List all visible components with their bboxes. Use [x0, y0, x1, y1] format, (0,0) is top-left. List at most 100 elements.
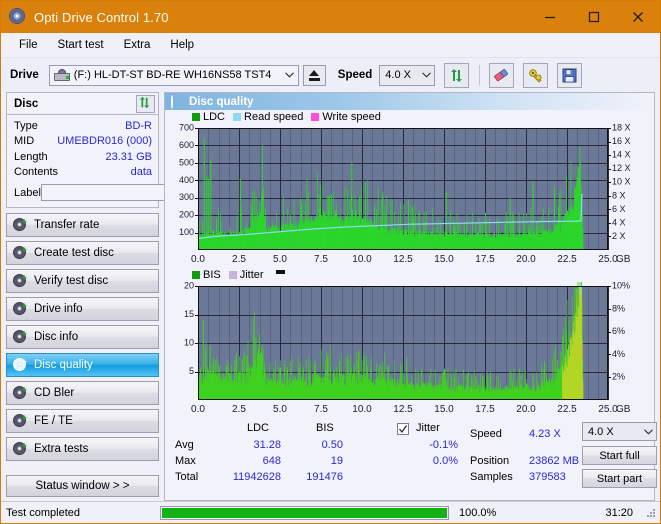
disc-row-value: data	[130, 166, 152, 179]
disc-row-length: Length 23.31 GB	[14, 149, 152, 165]
toolbar-divider	[479, 65, 481, 85]
stats-ldc-max: 648	[262, 455, 281, 467]
sidebar-item-transfer-rate[interactable]: ✦ Transfer rate	[6, 213, 159, 237]
save-button[interactable]	[557, 62, 583, 88]
disc-properties: Type BD-R MID UMEBDR016 (000) Length 23.…	[7, 115, 244, 207]
legend-swatch	[228, 271, 237, 279]
ldc-chart: LDC Read speed Write speed	[165, 110, 654, 268]
sidebar-item-drive-info[interactable]: ✦ Drive info	[6, 297, 159, 321]
application-window: Opti Drive Control 1.70 File Start test …	[0, 0, 661, 524]
legend-swatch	[311, 113, 320, 121]
disc-row-value: 23.31 GB	[105, 150, 152, 163]
status-window-button[interactable]: Status window > >	[6, 475, 159, 497]
menu-start-test[interactable]: Start test	[49, 36, 113, 54]
legend-label: Write speed	[322, 111, 381, 123]
disc-icon: ✦	[12, 274, 28, 288]
stats-position-label: Position	[470, 455, 510, 467]
stats-speed-label: Speed	[470, 428, 502, 440]
sidebar-item-extra-tests[interactable]: ✦ Extra tests	[6, 437, 159, 461]
stats-jitter-avg: -0.1%	[429, 439, 458, 451]
disc-row-type: Type BD-R	[14, 118, 152, 134]
tools-button[interactable]	[523, 62, 549, 88]
refresh-icon	[138, 96, 153, 111]
ldc-chart-legend: LDC Read speed Write speed	[165, 110, 654, 124]
legend-swatch	[192, 113, 200, 121]
app-disc-icon	[9, 8, 27, 26]
legend-label: LDC	[203, 111, 226, 123]
sidebar-item-cd-bler[interactable]: ✦ CD Bler	[6, 381, 159, 405]
legend-item-jitter: Jitter	[228, 269, 264, 281]
main-panel-header: Disc quality	[165, 93, 654, 110]
sidebar-item-label: Create test disc	[34, 247, 114, 259]
legend-item-read-speed: Read speed	[233, 111, 303, 123]
legend-label: Read speed	[244, 111, 304, 123]
eject-icon	[308, 69, 320, 81]
close-button[interactable]	[616, 1, 660, 33]
maximize-button[interactable]	[572, 1, 616, 33]
jitter-checkbox[interactable]	[397, 423, 409, 435]
drive-icon	[53, 68, 70, 82]
eject-button[interactable]	[302, 64, 326, 86]
stats-row-total: Total	[175, 471, 199, 483]
sidebar-item-verify-test-disc[interactable]: ✦ Verify test disc	[6, 269, 159, 293]
sidebar-item-label: Disc info	[34, 331, 79, 343]
progress-bar-fill	[162, 507, 447, 518]
sidebar-item-create-test-disc[interactable]: ✦ Create test disc	[6, 241, 159, 265]
drive-select[interactable]: (F:) HL-DT-ST BD-RE WH16NS58 TST4	[48, 64, 299, 86]
menu-file[interactable]: File	[10, 36, 47, 54]
disc-icon: ✦	[12, 386, 28, 400]
stats-col-bis: BIS	[316, 422, 334, 434]
menu-extra[interactable]: Extra	[115, 36, 160, 54]
stats-position-value: 23862 MB	[529, 455, 580, 467]
disc-row-contents: Contents data	[14, 165, 152, 181]
title-bar: Opti Drive Control 1.70	[1, 1, 660, 33]
sidebar: Disc Type BD-R MID UMEBDR016 (000) Lengt…	[1, 92, 244, 501]
start-part-button[interactable]: Start part	[582, 469, 657, 488]
stats-bis-max: 19	[330, 455, 343, 467]
sidebar-item-fe-te[interactable]: ✦ FE / TE	[6, 409, 159, 433]
stats-row-max: Max	[175, 455, 196, 467]
disc-row-value: BD-R	[125, 119, 152, 132]
menu-help[interactable]: Help	[161, 36, 203, 54]
disc-icon: ✦	[12, 442, 28, 456]
menu-bar: File Start test Extra Help	[1, 33, 660, 58]
test-speed-value: 4.0 X	[588, 425, 614, 438]
main-panel: Disc quality LDC Read speed Write speed …	[164, 92, 657, 501]
refresh-button[interactable]	[444, 62, 470, 88]
test-speed-select[interactable]: 4.0 X	[582, 422, 657, 441]
sidebar-item-label: Drive info	[34, 303, 83, 315]
ldc-plot-area	[165, 124, 654, 266]
legend-swatch	[192, 271, 200, 279]
bis-chart-legend: BIS Jitter	[165, 268, 654, 282]
stats-samples-label: Samples	[470, 471, 513, 483]
disc-row-key: Type	[14, 119, 38, 132]
disc-icon: ✦	[12, 246, 28, 260]
key-icon	[528, 68, 544, 83]
resize-grip[interactable]	[645, 507, 657, 519]
progress-bar	[160, 505, 449, 520]
speed-select[interactable]: 4.0 X	[379, 64, 436, 86]
eraser-icon	[493, 68, 510, 83]
erase-button[interactable]	[489, 62, 515, 88]
charts-container: LDC Read speed Write speed BIS Jitter LD…	[165, 110, 657, 500]
disc-panel-title: Disc	[14, 97, 39, 110]
start-full-button[interactable]: Start full	[582, 446, 657, 465]
disc-row-key: Length	[14, 150, 48, 163]
sidebar-item-label: FE / TE	[34, 415, 73, 427]
sidebar-item-label: Extra tests	[34, 443, 89, 455]
disc-icon: ✦	[12, 302, 28, 316]
disc-icon: ✦	[12, 218, 28, 232]
stats-speed-value: 4.23 X	[529, 428, 561, 440]
toolbar: Drive (F:) HL-DT-ST BD-RE WH16NS58 TST4 …	[1, 58, 660, 92]
refresh-icon	[449, 68, 464, 83]
legend-label: BIS	[203, 269, 221, 281]
minimize-button[interactable]	[528, 1, 572, 33]
disc-info-panel: Disc Type BD-R MID UMEBDR016 (000) Lengt…	[6, 92, 244, 208]
stats-ldc-avg: 31.28	[253, 439, 281, 451]
disc-refresh-button[interactable]	[136, 94, 155, 113]
progress-percent: 100.0%	[459, 506, 497, 519]
chevron-down-icon	[418, 72, 434, 78]
sidebar-item-disc-info[interactable]: ✦ Disc info	[6, 325, 159, 349]
sidebar-item-disc-quality[interactable]: ✦ Disc quality	[6, 353, 159, 377]
disc-row-key: MID	[14, 135, 35, 148]
